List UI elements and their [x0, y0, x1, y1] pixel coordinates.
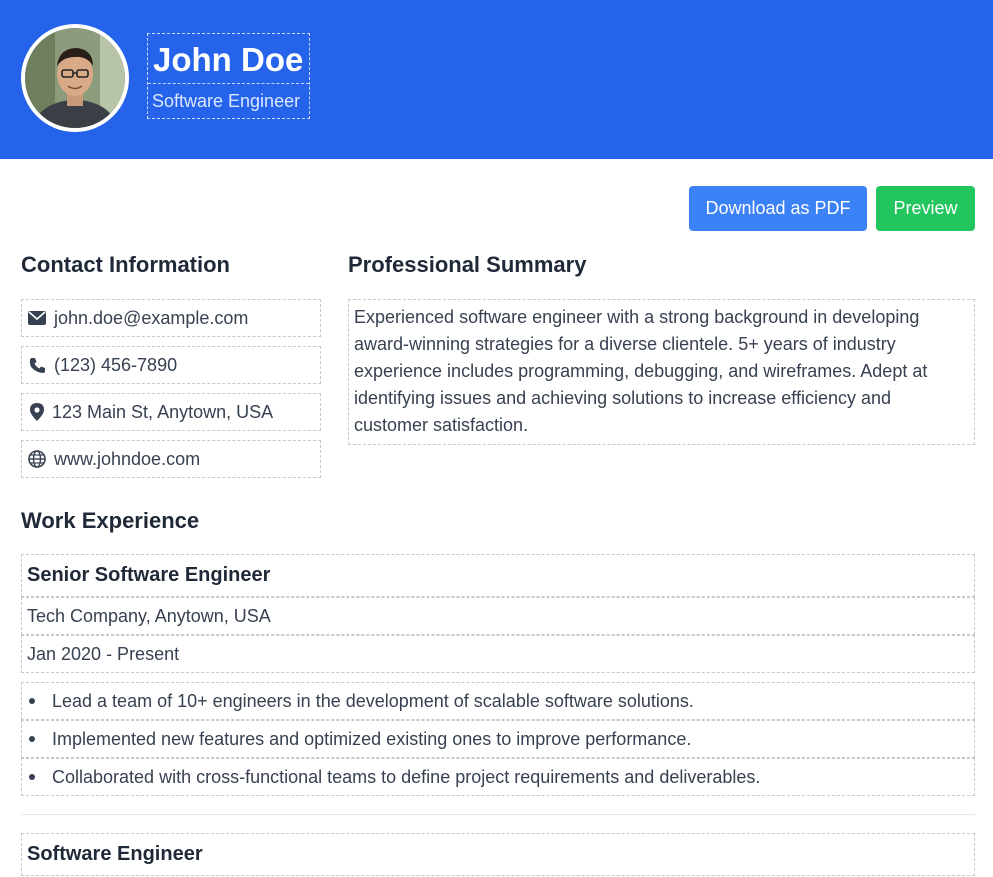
job-bullet-text: Collaborated with cross-functional teams… [52, 766, 761, 787]
list-item: Lead a team of 10+ engineers in the deve… [21, 682, 975, 720]
experience-heading: Work Experience [21, 508, 200, 533]
preview-button[interactable]: Preview [876, 186, 975, 231]
contact-phone[interactable]: (123) 456-7890 [21, 346, 321, 384]
contact-email-text: john.doe@example.com [54, 307, 249, 328]
bullet-icon [29, 698, 35, 704]
phone-icon [26, 357, 48, 374]
contact-heading: Contact Information [21, 252, 230, 277]
bullet-icon [29, 736, 35, 742]
list-item: Implemented new features and optimized e… [21, 720, 975, 758]
section-divider [21, 814, 975, 815]
job-title: Senior Software Engineer [21, 554, 975, 597]
job-company: Tech Company, Anytown, USA [21, 597, 975, 635]
bullet-icon [29, 774, 35, 780]
contact-website[interactable]: www.johndoe.com [21, 440, 321, 478]
location-pin-icon [26, 403, 48, 421]
summary-heading: Professional Summary [348, 252, 587, 277]
profile-avatar [21, 24, 129, 132]
job-bullet-text: Lead a team of 10+ engineers in the deve… [52, 690, 694, 711]
contact-address[interactable]: 123 Main St, Anytown, USA [21, 393, 321, 431]
profile-photo [25, 28, 125, 128]
candidate-name: John Doe [153, 41, 304, 78]
globe-icon [26, 450, 48, 468]
job-title: Software Engineer [21, 833, 975, 876]
download-pdf-button[interactable]: Download as PDF [689, 186, 867, 231]
contact-email[interactable]: john.doe@example.com [21, 299, 321, 337]
resume-header: John Doe Software Engineer [0, 0, 993, 159]
list-item: Collaborated with cross-functional teams… [21, 758, 975, 796]
contact-phone-text: (123) 456-7890 [54, 354, 178, 375]
contact-address-text: 123 Main St, Anytown, USA [52, 401, 274, 422]
name-block: John Doe Software Engineer [147, 33, 311, 119]
candidate-title: Software Engineer [148, 83, 310, 118]
envelope-icon [26, 311, 48, 325]
contact-website-text: www.johndoe.com [54, 448, 201, 469]
job-bullet-text: Implemented new features and optimized e… [52, 728, 692, 749]
summary-text: Experienced software engineer with a str… [348, 299, 975, 445]
job-dates: Jan 2020 - Present [21, 635, 975, 673]
